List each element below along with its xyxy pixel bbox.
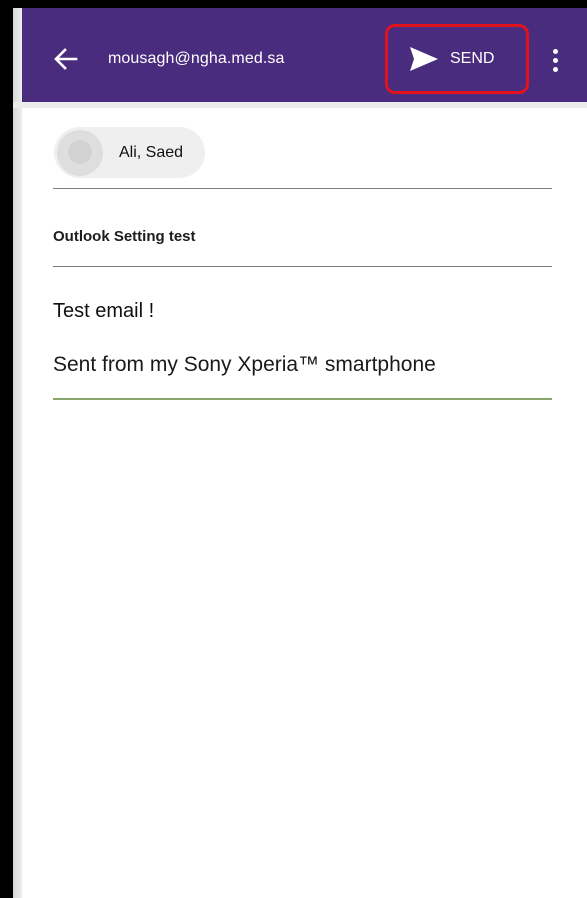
body-focus-underline [53, 398, 552, 400]
avatar-placeholder-icon [68, 139, 92, 164]
recipient-name: Ali, Saed [119, 143, 184, 161]
message-body-field[interactable]: Test email ! Sent from my Sony Xperia™ s… [53, 298, 552, 378]
to-field-divider [53, 188, 552, 189]
body-text-line: Test email ! [53, 300, 155, 322]
avatar [57, 129, 103, 176]
more-vert-icon [552, 48, 558, 54]
send-button[interactable]: SEND [409, 45, 494, 73]
app-bar: mousagh@ngha.med.sa SEND [22, 8, 587, 102]
arrow-left-icon [54, 48, 78, 70]
subject-field[interactable]: Outlook Setting test [53, 227, 196, 247]
send-label: SEND [450, 50, 495, 67]
signature-text-line: Sent from my Sony Xperia™ smartphone [53, 353, 436, 376]
phone-screen: mousagh@ngha.med.sa SEND Ali, Saed Outlo… [13, 8, 587, 898]
screenshot-frame: mousagh@ngha.med.sa SEND Ali, Saed Outlo… [0, 0, 587, 898]
account-email: mousagh@ngha.med.sa [108, 50, 285, 67]
back-button[interactable] [53, 47, 79, 71]
send-icon [410, 47, 438, 71]
toolbar-shadow-strip [13, 102, 587, 108]
more-options-button[interactable] [545, 46, 565, 74]
subject-field-divider [53, 266, 552, 267]
recipient-chip[interactable]: Ali, Saed [54, 127, 205, 178]
screen-edge-shadow [13, 8, 22, 898]
